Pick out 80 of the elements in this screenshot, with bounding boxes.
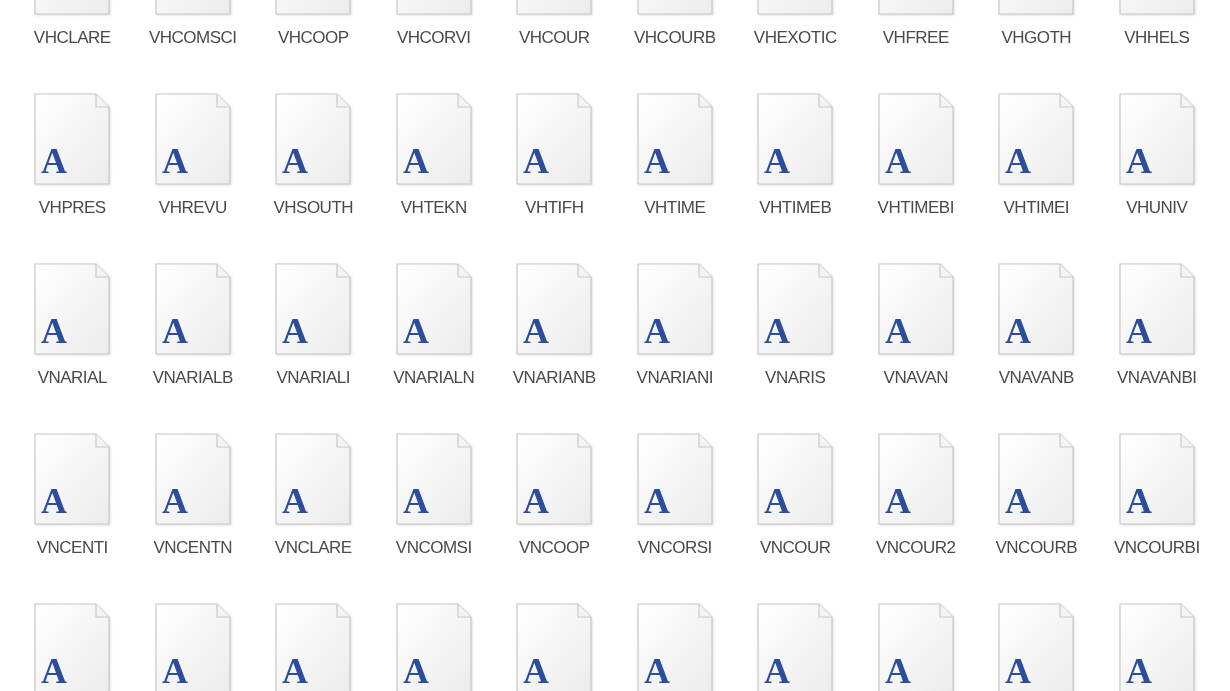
font-file-icon[interactable]: A bbox=[636, 263, 713, 355]
file-name: VNCOOP bbox=[518, 537, 590, 559]
file-name: VNAVAN bbox=[883, 367, 948, 389]
file-name: VHFREE bbox=[882, 27, 949, 49]
font-file-icon[interactable]: A bbox=[275, 93, 352, 185]
file-name: VNARIALN bbox=[393, 367, 475, 389]
font-file-icon[interactable]: A bbox=[516, 93, 593, 185]
font-file-icon[interactable]: A bbox=[395, 93, 472, 185]
font-file-icon[interactable]: A bbox=[877, 93, 954, 185]
font-file-icon[interactable]: A bbox=[154, 603, 231, 691]
font-file-icon[interactable]: A bbox=[34, 93, 111, 185]
file-name: VHGOTH bbox=[1001, 27, 1072, 49]
file-name: VHCOURB bbox=[634, 27, 716, 49]
file-name: VNARIALI bbox=[276, 367, 350, 389]
font-file-icon[interactable]: A bbox=[154, 263, 231, 355]
font-file-icon[interactable]: A bbox=[395, 433, 472, 525]
font-file-icon[interactable]: A bbox=[275, 603, 352, 691]
font-file-icon[interactable]: A bbox=[636, 93, 713, 185]
font-file-icon[interactable]: A bbox=[395, 603, 472, 691]
file-name: VNCOUR2 bbox=[875, 537, 956, 559]
file-name: VHTIME bbox=[644, 197, 706, 219]
font-file-icon[interactable]: A bbox=[757, 603, 834, 691]
file-name: VNCOURB bbox=[995, 537, 1077, 559]
file-name: VHEXOTIC bbox=[753, 27, 837, 49]
font-file-icon[interactable]: A bbox=[757, 263, 834, 355]
font-file-icon[interactable]: A bbox=[34, 263, 111, 355]
font-file-icon[interactable]: A bbox=[516, 433, 593, 525]
file-name: VNCOMSI bbox=[395, 537, 472, 559]
font-file-icon[interactable]: A bbox=[34, 433, 111, 525]
file-name: VHTIMEBI bbox=[877, 197, 954, 219]
file-name: VHPRES bbox=[38, 197, 106, 219]
font-file-icon[interactable]: A bbox=[998, 263, 1075, 355]
font-file-icon[interactable]: A bbox=[877, 433, 954, 525]
file-name: VHCORVI bbox=[396, 27, 471, 49]
file-name: VNCENTI bbox=[36, 537, 108, 559]
font-file-icon[interactable]: A bbox=[998, 433, 1075, 525]
file-name: VHTIFH bbox=[525, 197, 584, 219]
font-file-icon[interactable]: A bbox=[877, 263, 954, 355]
font-file-icon[interactable]: A bbox=[34, 603, 111, 691]
file-name: VHHELS bbox=[1124, 27, 1190, 49]
file-name: VNAVANBI bbox=[1117, 367, 1197, 389]
file-name: VNARIS bbox=[765, 367, 826, 389]
font-file-icon[interactable]: A bbox=[1118, 263, 1195, 355]
file-name: VHUNIV bbox=[1126, 197, 1188, 219]
font-file-icon[interactable]: A bbox=[516, 603, 593, 691]
font-file-icon[interactable]: A bbox=[998, 603, 1075, 691]
font-file-icon[interactable]: A bbox=[757, 433, 834, 525]
file-name: VHCLARE bbox=[33, 27, 111, 49]
file-name: VHSOUTH bbox=[273, 197, 354, 219]
font-file-icon[interactable]: A bbox=[636, 433, 713, 525]
file-name: VNARIAL bbox=[37, 367, 107, 389]
file-name: VHCOOP bbox=[277, 27, 349, 49]
file-name: VNCORSI bbox=[637, 537, 712, 559]
file-name: VNCLARE bbox=[274, 537, 352, 559]
file-name: VNCENTN bbox=[153, 537, 233, 559]
file-name: VHCOUR bbox=[518, 27, 590, 49]
file-name: VNCOUR bbox=[759, 537, 831, 559]
font-file-icon[interactable]: A bbox=[1118, 603, 1195, 691]
font-file-icon[interactable]: A bbox=[1118, 433, 1195, 525]
file-name: VHREVU bbox=[158, 197, 227, 219]
file-name: VNAVANB bbox=[998, 367, 1074, 389]
file-name: VNARIALB bbox=[152, 367, 233, 389]
font-file-icon[interactable]: A bbox=[636, 603, 713, 691]
file-name: VHCOMSCI bbox=[148, 27, 237, 49]
file-name: VHTIMEB bbox=[759, 197, 832, 219]
font-file-icon[interactable]: A bbox=[275, 263, 352, 355]
font-file-icon[interactable]: A bbox=[395, 263, 472, 355]
font-file-icon[interactable]: A bbox=[275, 433, 352, 525]
file-name: VHTEKN bbox=[400, 197, 467, 219]
file-name: VNARIANB bbox=[512, 367, 596, 389]
file-name: VNARIANI bbox=[636, 367, 713, 389]
font-file-icon[interactable]: A bbox=[516, 263, 593, 355]
file-name: VHTIMEI bbox=[1003, 197, 1069, 219]
font-file-icon[interactable]: A bbox=[154, 93, 231, 185]
font-file-icon[interactable]: A bbox=[1118, 93, 1195, 185]
font-file-icon[interactable]: A bbox=[757, 93, 834, 185]
font-file-icon[interactable]: A bbox=[154, 433, 231, 525]
file-name: VNCOURBI bbox=[1113, 537, 1200, 559]
font-file-icon[interactable]: A bbox=[877, 603, 954, 691]
font-file-icon[interactable]: A bbox=[998, 93, 1075, 185]
